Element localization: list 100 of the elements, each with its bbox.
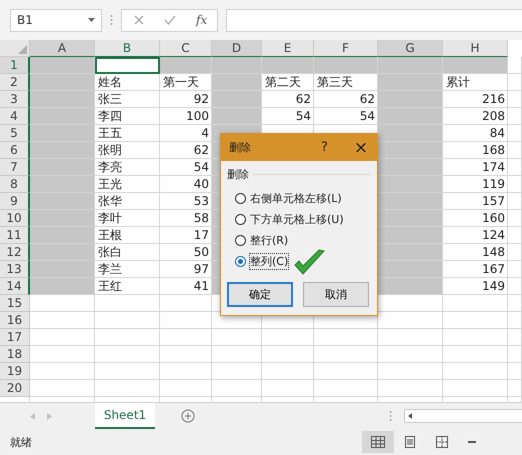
table-cell[interactable]: 17 bbox=[160, 227, 212, 244]
name-box[interactable]: B1 bbox=[10, 8, 102, 32]
table-cell[interactable]: 王光 bbox=[95, 176, 160, 193]
selected-cell[interactable] bbox=[30, 227, 95, 244]
table-cell[interactable]: 第二天 bbox=[262, 74, 314, 91]
insert-function-button[interactable]: fx bbox=[196, 13, 208, 27]
active-cell[interactable] bbox=[95, 57, 160, 74]
enter-icon[interactable] bbox=[164, 15, 176, 25]
selected-cell[interactable] bbox=[378, 108, 443, 125]
table-cell[interactable]: 62 bbox=[160, 142, 212, 159]
table-cell[interactable]: 李亮 bbox=[95, 159, 160, 176]
selected-cell[interactable] bbox=[212, 74, 262, 91]
selected-cell[interactable] bbox=[30, 193, 95, 210]
table-cell[interactable]: 50 bbox=[160, 244, 212, 261]
table-cell[interactable]: 157 bbox=[443, 193, 508, 210]
column-header[interactable]: C bbox=[160, 40, 212, 57]
selected-cell[interactable] bbox=[378, 261, 443, 278]
table-cell[interactable]: 119 bbox=[443, 176, 508, 193]
help-button[interactable]: ? bbox=[321, 140, 345, 155]
selected-cell[interactable] bbox=[30, 125, 95, 142]
column-header[interactable]: E bbox=[262, 40, 314, 57]
selected-cell[interactable] bbox=[30, 142, 95, 159]
dropdown-icon[interactable] bbox=[88, 18, 95, 22]
selected-cell[interactable] bbox=[30, 57, 95, 74]
row-header[interactable]: 14 bbox=[0, 278, 30, 295]
selected-cell[interactable] bbox=[160, 57, 212, 74]
select-all-icon[interactable] bbox=[18, 45, 27, 54]
table-cell[interactable]: 张明 bbox=[95, 142, 160, 159]
table-cell[interactable]: 62 bbox=[262, 91, 314, 108]
selected-cell[interactable] bbox=[212, 91, 262, 108]
formula-input[interactable] bbox=[226, 8, 522, 32]
table-cell[interactable]: 124 bbox=[443, 227, 508, 244]
table-cell[interactable]: 149 bbox=[443, 278, 508, 295]
table-cell[interactable]: 54 bbox=[314, 108, 378, 125]
selected-cell[interactable] bbox=[262, 57, 314, 74]
row-header[interactable]: 12 bbox=[0, 244, 30, 261]
column-header[interactable]: B bbox=[95, 40, 160, 57]
cancel-button[interactable]: 取消 bbox=[303, 282, 369, 307]
table-cell[interactable]: 41 bbox=[160, 278, 212, 295]
row-header[interactable]: 13 bbox=[0, 261, 30, 278]
selected-cell[interactable] bbox=[314, 57, 378, 74]
radio-button[interactable] bbox=[235, 193, 246, 204]
row-header[interactable]: 3 bbox=[0, 91, 30, 108]
selected-cell[interactable] bbox=[378, 159, 443, 176]
table-cell[interactable]: 174 bbox=[443, 159, 508, 176]
selected-cell[interactable] bbox=[30, 261, 95, 278]
table-cell[interactable]: 第一天 bbox=[160, 74, 212, 91]
table-cell[interactable]: 100 bbox=[160, 108, 212, 125]
row-header[interactable]: 19 bbox=[0, 363, 30, 380]
table-cell[interactable]: 李叶 bbox=[95, 210, 160, 227]
row-header[interactable]: 9 bbox=[0, 193, 30, 210]
column-header[interactable]: F bbox=[314, 40, 378, 57]
column-header[interactable]: G bbox=[378, 40, 443, 57]
table-cell[interactable]: 216 bbox=[443, 91, 508, 108]
close-button[interactable]: × bbox=[345, 138, 377, 158]
table-cell[interactable]: 84 bbox=[443, 125, 508, 142]
selected-cell[interactable] bbox=[212, 108, 262, 125]
selected-cell[interactable] bbox=[378, 227, 443, 244]
table-cell[interactable]: 张三 bbox=[95, 91, 160, 108]
scroll-left-icon[interactable] bbox=[408, 413, 412, 419]
selected-cell[interactable] bbox=[443, 57, 508, 74]
table-cell[interactable]: 姓名 bbox=[95, 74, 160, 91]
column-header[interactable]: H bbox=[443, 40, 508, 57]
selected-cell[interactable] bbox=[378, 278, 443, 295]
selected-cell[interactable] bbox=[30, 278, 95, 295]
row-header[interactable]: 5 bbox=[0, 125, 30, 142]
table-cell[interactable]: 53 bbox=[160, 193, 212, 210]
radio-button[interactable] bbox=[235, 235, 246, 246]
table-cell[interactable]: 54 bbox=[262, 108, 314, 125]
previous-sheet-icon[interactable] bbox=[30, 412, 35, 420]
selected-cell[interactable] bbox=[378, 74, 443, 91]
table-cell[interactable]: 62 bbox=[314, 91, 378, 108]
selected-cell[interactable] bbox=[378, 91, 443, 108]
selected-cell[interactable] bbox=[378, 244, 443, 261]
radio-label[interactable]: 右侧单元格左移(L) bbox=[249, 190, 343, 207]
radio-button[interactable] bbox=[235, 256, 246, 267]
table-cell[interactable]: 张华 bbox=[95, 193, 160, 210]
table-cell[interactable]: 58 bbox=[160, 210, 212, 227]
row-header[interactable]: 17 bbox=[0, 329, 30, 346]
cancel-icon[interactable] bbox=[134, 15, 144, 25]
row-header[interactable]: 8 bbox=[0, 176, 30, 193]
selected-cell[interactable] bbox=[30, 108, 95, 125]
row-header[interactable]: 1 bbox=[0, 57, 30, 74]
row-header[interactable]: 2 bbox=[0, 74, 30, 91]
row-header[interactable]: 15 bbox=[0, 295, 30, 312]
table-cell[interactable]: 张白 bbox=[95, 244, 160, 261]
horizontal-scrollbar[interactable] bbox=[404, 409, 522, 423]
table-cell[interactable]: 李四 bbox=[95, 108, 160, 125]
selected-cell[interactable] bbox=[378, 210, 443, 227]
selected-cell[interactable] bbox=[378, 193, 443, 210]
selected-cell[interactable] bbox=[378, 57, 443, 74]
selected-cell[interactable] bbox=[30, 91, 95, 108]
radio-label[interactable]: 下方单元格上移(U) bbox=[249, 211, 345, 228]
table-cell[interactable]: 160 bbox=[443, 210, 508, 227]
row-header[interactable]: 10 bbox=[0, 210, 30, 227]
row-header[interactable]: 18 bbox=[0, 346, 30, 363]
table-cell[interactable]: 168 bbox=[443, 142, 508, 159]
page-layout-icon[interactable] bbox=[403, 436, 417, 448]
table-cell[interactable]: 97 bbox=[160, 261, 212, 278]
selected-cell[interactable] bbox=[378, 125, 443, 142]
